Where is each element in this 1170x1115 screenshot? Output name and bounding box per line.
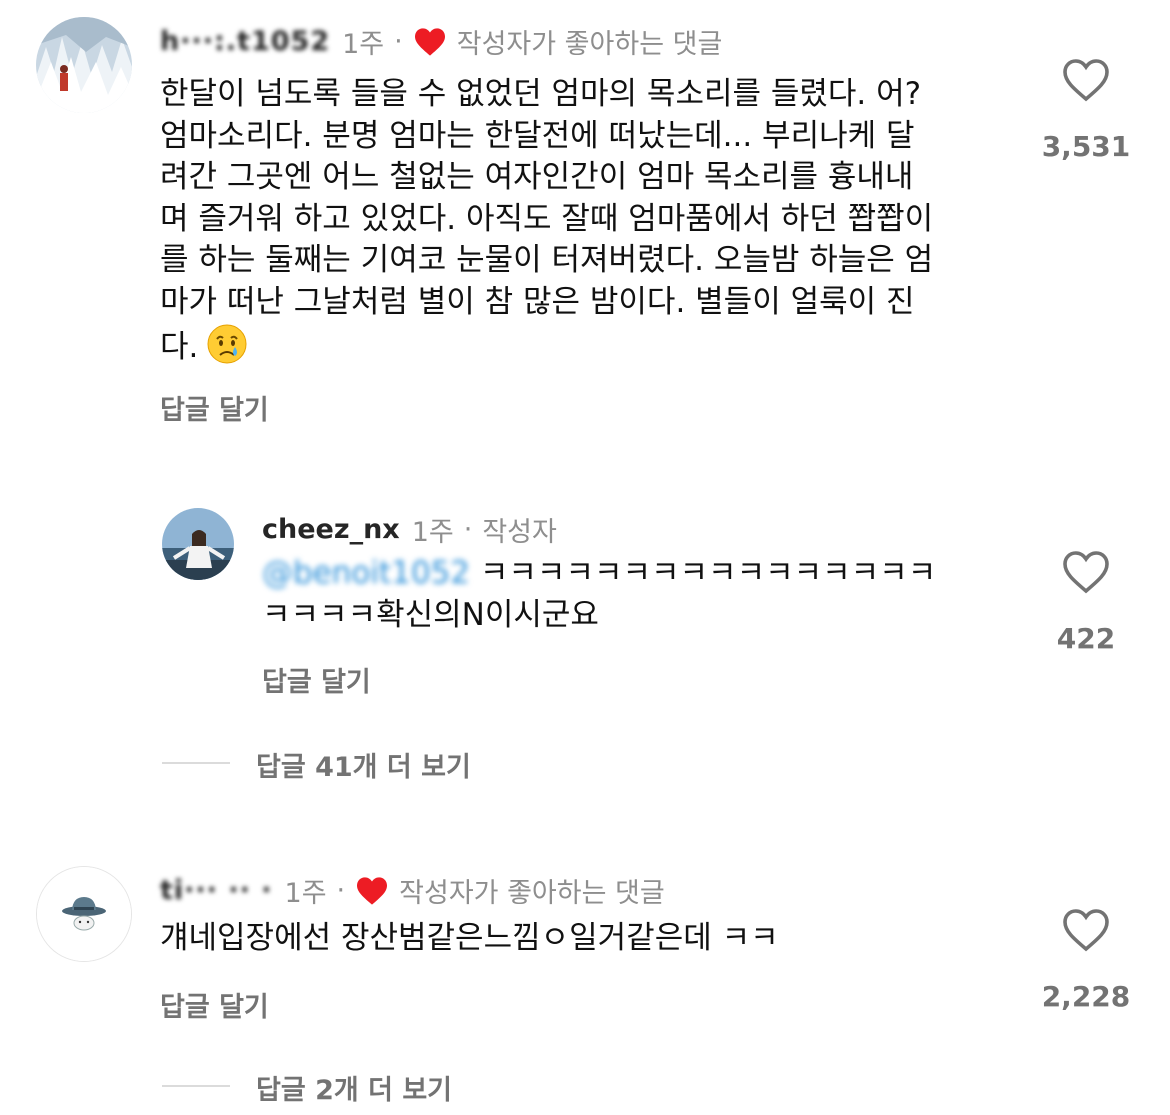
author-liked-label: 작성자가 좋아하는 댓글 xyxy=(456,29,723,60)
username[interactable]: h···:.t1052 xyxy=(160,26,330,57)
comment-meta: h···:.t1052 1주 · 작성자가 좋아하는 댓글 xyxy=(160,22,722,61)
comment-body-line2: ㅋㅋㅋㅋ확신의N이시군요 xyxy=(262,597,599,633)
comment-meta: ti··· ·· · 1주 · 작성자가 좋아하는 댓글 xyxy=(160,871,665,910)
reply-button[interactable]: 답글 달기 xyxy=(262,660,371,699)
snowy-forest-avatar-image xyxy=(36,17,132,113)
comment-body: 한달이 넘도록 들을 수 없었던 엄마의 목소리를 들렸다. 어? 엄마소리다.… xyxy=(160,76,934,365)
reply-button[interactable]: 답글 달기 xyxy=(160,388,269,427)
separator-dot: · xyxy=(394,26,403,57)
username[interactable]: ti··· ·· · xyxy=(160,875,273,906)
view-more-replies-button[interactable]: 답글 2개 더 보기 xyxy=(256,1068,452,1107)
mention-link[interactable]: @benoit1052 xyxy=(262,555,470,591)
avatar[interactable] xyxy=(36,866,132,962)
author-badge: 작성자 xyxy=(482,517,557,548)
timestamp: 1주 xyxy=(411,517,454,548)
divider-line xyxy=(162,1085,230,1087)
comment-body: @benoit1052 ㅋㅋㅋㅋㅋㅋㅋㅋㅋㅋㅋㅋㅋㅋㅋㅋ xyxy=(262,555,937,591)
timestamp: 1주 xyxy=(342,29,385,60)
like-count: 2,228 xyxy=(1041,980,1131,1013)
cowboy-hat-cartoon-avatar-image xyxy=(37,867,131,961)
author-liked-label: 작성자가 좋아하는 댓글 xyxy=(399,878,665,909)
avatar[interactable] xyxy=(36,17,132,113)
crying-face-emoji xyxy=(206,323,248,365)
view-more-replies-button[interactable]: 답글 41개 더 보기 xyxy=(256,745,471,784)
comment-body: 걔네입장에선 장산범같은느낌ㅇ일거같은데 ㅋㅋ xyxy=(160,920,779,956)
timestamp: 1주 xyxy=(284,878,327,909)
heart-outline-icon[interactable] xyxy=(1062,58,1110,102)
separator-dot: · xyxy=(463,514,473,545)
separator-dot: · xyxy=(336,875,346,906)
woman-by-sea-avatar-image xyxy=(162,508,234,580)
like-count: 3,531 xyxy=(1041,130,1131,163)
heart-outline-icon[interactable] xyxy=(1062,908,1110,952)
divider-line xyxy=(162,762,230,764)
reply-button[interactable]: 답글 달기 xyxy=(160,985,269,1024)
username[interactable]: cheez_nx xyxy=(262,514,400,545)
like-count: 422 xyxy=(1056,622,1116,655)
heart-filled-icon xyxy=(414,27,445,56)
comment-meta: cheez_nx 1주 · 작성자 xyxy=(262,510,557,549)
heart-filled-icon xyxy=(357,876,388,905)
avatar[interactable] xyxy=(162,508,234,580)
heart-outline-icon[interactable] xyxy=(1062,550,1110,594)
